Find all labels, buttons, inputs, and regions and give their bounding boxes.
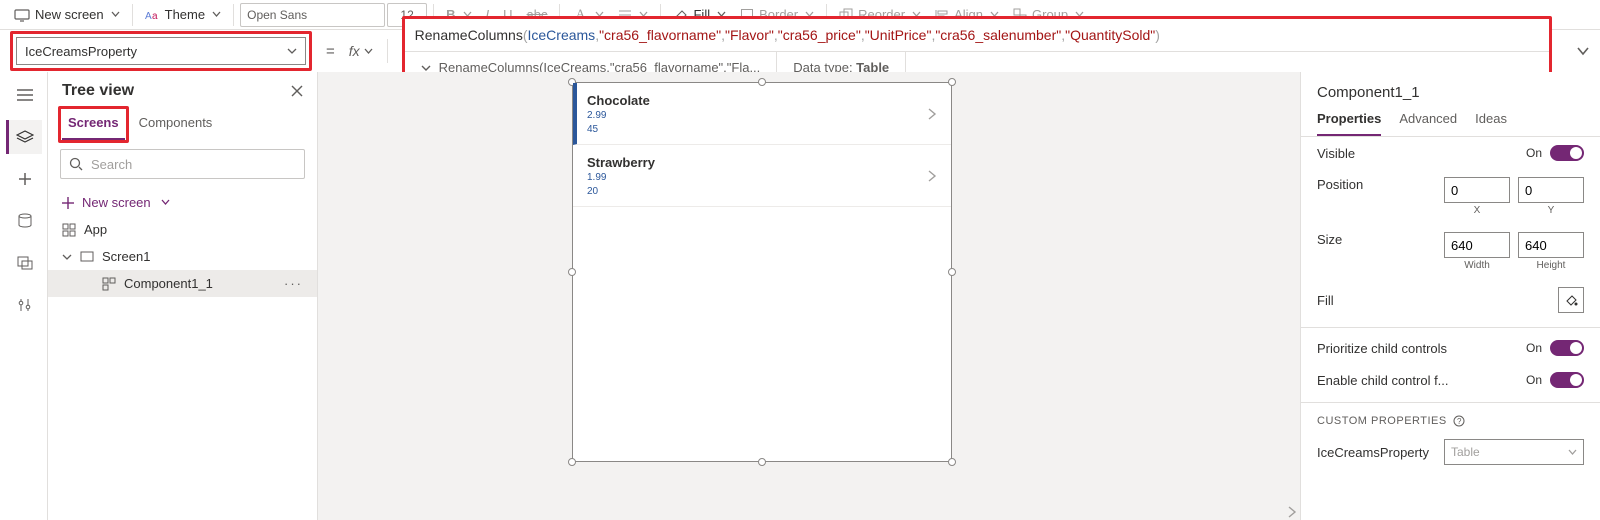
custom-prop-name: IceCreamsProperty <box>1317 445 1429 460</box>
custom-prop-type-dropdown[interactable]: Table <box>1444 439 1584 465</box>
search-icon <box>69 157 83 171</box>
tab-components[interactable]: Components <box>133 111 219 140</box>
prioritize-toggle[interactable] <box>1550 340 1584 356</box>
list-item-title: Chocolate <box>587 93 937 108</box>
list-item[interactable]: Chocolate 2.99 45 <box>573 83 951 145</box>
new-screen-label: New screen <box>35 7 104 22</box>
chevron-down-icon <box>111 10 120 19</box>
rail-tree-view[interactable] <box>6 120 42 154</box>
visible-toggle[interactable] <box>1550 145 1584 161</box>
app-icon <box>62 223 76 237</box>
expand-formula-chevron-icon[interactable] <box>1576 44 1590 58</box>
theme-button[interactable]: Aa Theme <box>139 2 227 28</box>
prop-enable-label: Enable child control f... <box>1317 373 1449 388</box>
component-icon <box>102 277 116 291</box>
list-item-title: Strawberry <box>587 155 937 170</box>
font-family-input[interactable] <box>240 3 385 27</box>
chevron-down-icon <box>212 10 221 19</box>
left-rail <box>0 72 48 520</box>
formula-input[interactable]: RenameColumns(IceCreams,"cra56_flavornam… <box>405 19 1549 51</box>
layers-icon <box>16 130 34 144</box>
paint-bucket-icon <box>1564 293 1578 307</box>
property-selector-value: IceCreamsProperty <box>25 44 137 59</box>
prop-visible-label: Visible <box>1317 146 1355 161</box>
custom-properties-section: CUSTOM PROPERTIES ? <box>1301 402 1600 431</box>
chevron-right-icon <box>927 169 937 183</box>
tab-advanced[interactable]: Advanced <box>1399 111 1457 136</box>
theme-label: Theme <box>165 7 205 22</box>
size-width-input[interactable] <box>1444 232 1510 258</box>
list-item-price: 1.99 <box>587 172 937 184</box>
plus-icon <box>18 172 32 186</box>
enable-toggle[interactable] <box>1550 372 1584 388</box>
chevron-right-icon[interactable] <box>1286 506 1298 518</box>
list-item[interactable]: Strawberry 1.99 20 <box>573 145 951 207</box>
tree-panel: Tree view Screens Components Search New … <box>48 72 318 520</box>
close-icon[interactable] <box>291 85 303 97</box>
tree-component1[interactable]: Component1_1 ··· <box>48 270 317 297</box>
rail-data[interactable] <box>6 204 42 238</box>
sliders-icon <box>18 298 32 312</box>
tree-search-input[interactable]: Search <box>60 149 305 179</box>
prop-size-label: Size <box>1317 232 1342 247</box>
tab-screens[interactable]: Screens <box>62 111 125 140</box>
svg-text:?: ? <box>1457 417 1462 426</box>
chevron-down-icon <box>421 63 431 73</box>
property-selector-dropdown[interactable]: IceCreamsProperty <box>16 37 306 65</box>
list-item-price: 2.99 <box>587 110 937 122</box>
selected-component[interactable]: Chocolate 2.99 45 Strawberry 1.99 20 <box>572 82 952 462</box>
fx-icon: fx <box>349 43 360 59</box>
prop-position-label: Position <box>1317 177 1363 192</box>
rail-insert[interactable] <box>6 162 42 196</box>
database-icon <box>18 213 32 229</box>
tree-title: Tree view <box>62 82 134 100</box>
size-height-input[interactable] <box>1518 232 1584 258</box>
rail-media[interactable] <box>6 246 42 280</box>
tab-ideas[interactable]: Ideas <box>1475 111 1507 136</box>
formula-bar: IceCreamsProperty = fx RenameColumns(Ice… <box>0 30 1600 72</box>
canvas[interactable]: Chocolate 2.99 45 Strawberry 1.99 20 <box>318 72 1300 520</box>
list-item-qty: 20 <box>587 186 937 198</box>
help-icon[interactable]: ? <box>1453 415 1465 427</box>
media-icon <box>17 256 33 270</box>
rail-hamburger[interactable] <box>6 78 42 112</box>
tree-screen1[interactable]: Screen1 <box>48 243 317 270</box>
tree-new-screen[interactable]: New screen <box>48 189 317 216</box>
new-screen-button[interactable]: New screen <box>8 2 126 28</box>
svg-text:A: A <box>145 11 152 22</box>
chevron-down-icon <box>161 198 170 207</box>
svg-text:a: a <box>152 11 158 22</box>
properties-title: Component1_1 <box>1301 72 1600 105</box>
position-x-input[interactable] <box>1444 177 1510 203</box>
property-selector-highlight: IceCreamsProperty <box>10 31 312 71</box>
chevron-down-icon <box>364 47 373 56</box>
chevron-down-icon <box>1568 448 1577 457</box>
chevron-down-icon <box>287 46 297 56</box>
more-icon[interactable]: ··· <box>284 276 303 291</box>
main-area: Tree view Screens Components Search New … <box>0 72 1600 520</box>
fx-button[interactable]: fx <box>349 43 373 59</box>
position-y-input[interactable] <box>1518 177 1584 203</box>
tab-properties[interactable]: Properties <box>1317 111 1381 136</box>
chevron-right-icon <box>927 107 937 121</box>
tree-app[interactable]: App <box>48 216 317 243</box>
properties-panel: Component1_1 Properties Advanced Ideas V… <box>1300 72 1600 520</box>
fill-color-picker[interactable] <box>1558 287 1584 313</box>
rail-tools[interactable] <box>6 288 42 322</box>
list-item-qty: 45 <box>587 124 937 136</box>
screen-icon <box>80 251 94 263</box>
equals-label: = <box>326 43 335 60</box>
prop-fill-label: Fill <box>1317 293 1334 308</box>
chevron-down-icon <box>62 252 72 262</box>
prop-prioritize-label: Prioritize child controls <box>1317 341 1447 356</box>
plus-icon <box>62 197 74 209</box>
